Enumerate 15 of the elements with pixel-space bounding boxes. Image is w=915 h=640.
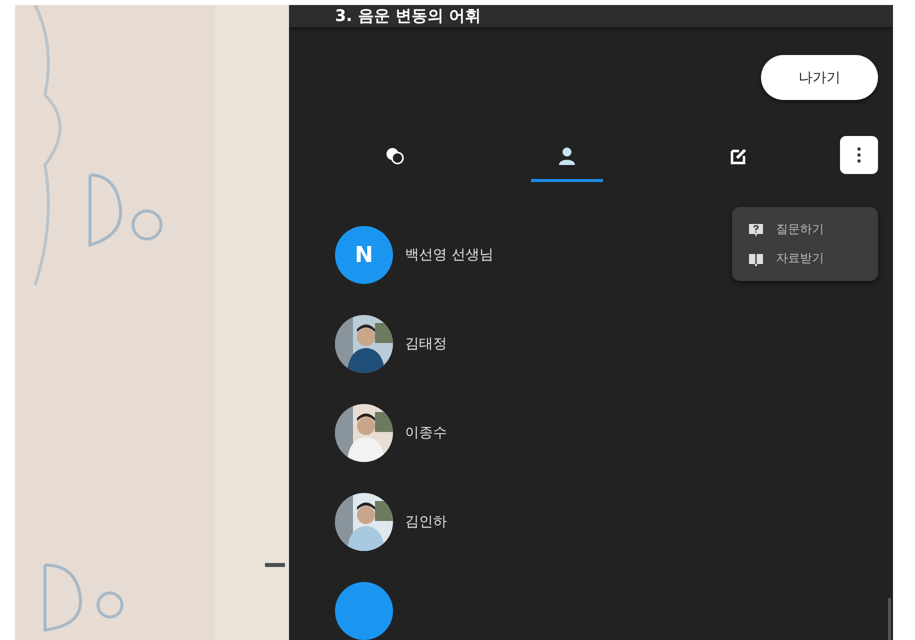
participant-name: 이종수 <box>405 424 447 442</box>
question-icon <box>748 222 764 238</box>
participant-name: 김인하 <box>405 513 447 531</box>
more-button[interactable] <box>840 136 878 174</box>
menu-item[interactable]: 질문하기 <box>776 221 824 238</box>
chat-icon <box>385 146 405 166</box>
person-icon <box>557 146 577 166</box>
lesson-title: 3. 음운 변동의 어휘 <box>335 6 481 26</box>
menu-item[interactable]: 자료받기 <box>776 250 824 267</box>
participant-name: 백선영 선생님 <box>405 246 494 264</box>
more-icon <box>857 147 861 163</box>
scrollbar <box>888 598 891 640</box>
exit-button[interactable]: 나가기 <box>761 55 878 100</box>
participant-name: 김태정 <box>405 335 447 353</box>
avatar: N <box>335 226 393 284</box>
